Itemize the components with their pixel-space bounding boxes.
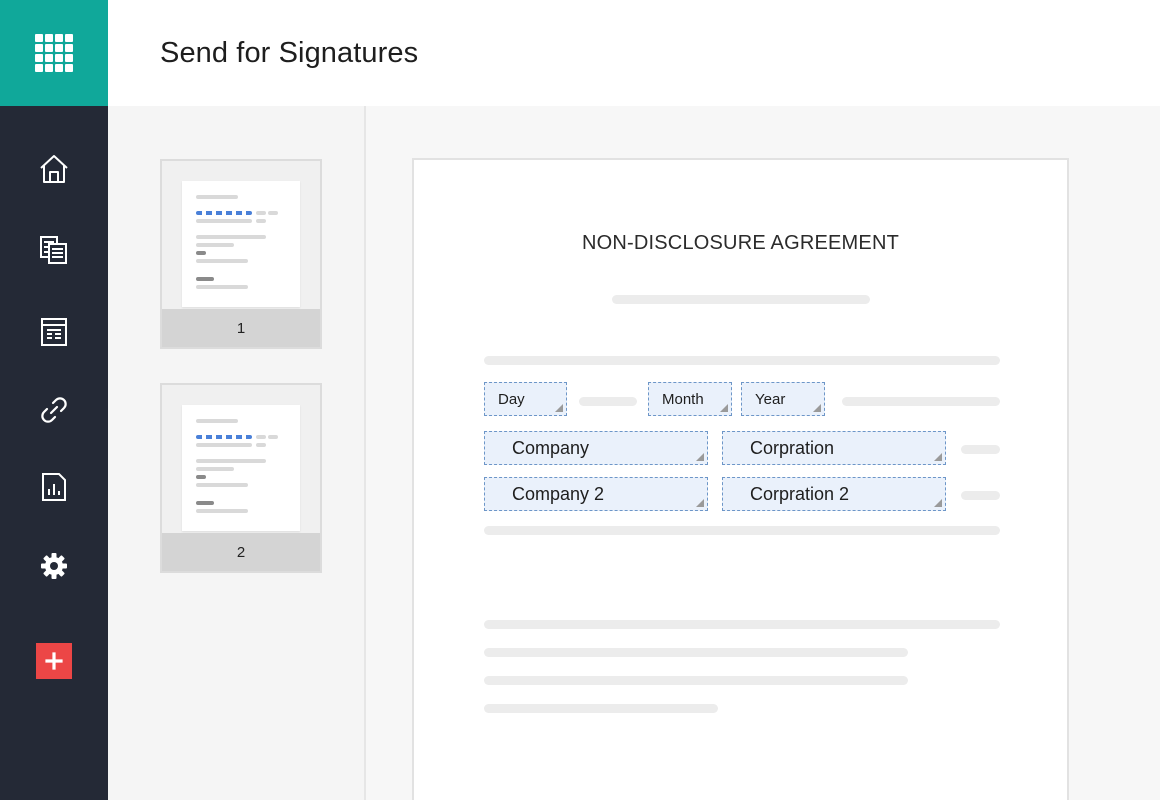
header: Send for Signatures	[108, 0, 1160, 106]
thumbnail-panel: 1 2	[108, 106, 365, 800]
document-title: NON-DISCLOSURE AGREEMENT	[581, 232, 900, 254]
text-line	[961, 445, 1000, 454]
company-2-field[interactable]: Company 2	[484, 477, 708, 511]
thumbnail-label: 1	[162, 309, 320, 347]
text-line	[961, 491, 1000, 500]
thumbnail-label: 2	[162, 533, 320, 571]
text-line	[484, 676, 908, 685]
year-field[interactable]: Year	[741, 382, 825, 416]
corporation-2-field[interactable]: Corpration 2	[722, 477, 946, 511]
resize-handle-icon[interactable]	[934, 453, 942, 461]
month-field[interactable]: Month	[648, 382, 732, 416]
text-line	[484, 526, 1000, 535]
text-line	[484, 648, 908, 657]
day-field[interactable]: Day	[484, 382, 567, 416]
report-icon[interactable]	[34, 467, 74, 507]
resize-handle-icon[interactable]	[696, 453, 704, 461]
page-title: Send for Signatures	[160, 37, 419, 69]
resize-handle-icon[interactable]	[720, 404, 728, 412]
sidebar	[0, 0, 108, 800]
corporation-field[interactable]: Corpration	[722, 431, 946, 465]
page-thumbnail-1[interactable]: 1	[160, 159, 322, 349]
documents-icon[interactable]	[34, 230, 74, 270]
resize-handle-icon[interactable]	[813, 404, 821, 412]
company-2-field-label: Company 2	[512, 483, 605, 504]
template-icon[interactable]	[34, 312, 74, 352]
document-page: NON-DISCLOSURE AGREEMENT Day Month Year …	[412, 158, 1069, 800]
resize-handle-icon[interactable]	[696, 499, 704, 507]
page-thumbnail-2[interactable]: 2	[160, 383, 322, 573]
text-line	[484, 704, 718, 713]
thumbnail-preview	[182, 181, 300, 307]
thumbnail-preview	[182, 405, 300, 531]
plus-icon	[45, 652, 63, 670]
text-line	[612, 295, 870, 304]
day-field-label: Day	[498, 390, 525, 408]
gear-icon[interactable]	[34, 546, 74, 586]
home-icon[interactable]	[34, 149, 74, 189]
text-line	[842, 397, 1000, 406]
text-line	[579, 397, 637, 406]
company-field[interactable]: Company	[484, 431, 708, 465]
text-line	[484, 356, 1000, 365]
resize-handle-icon[interactable]	[934, 499, 942, 507]
month-field-label: Month	[662, 390, 704, 408]
apps-button[interactable]	[0, 0, 108, 106]
text-line	[484, 620, 1000, 629]
corporation-field-label: Corpration	[750, 437, 835, 458]
company-field-label: Company	[512, 437, 590, 458]
apps-grid-icon	[35, 34, 73, 72]
corporation-2-field-label: Corpration 2	[750, 483, 850, 504]
resize-handle-icon[interactable]	[555, 404, 563, 412]
year-field-label: Year	[755, 390, 786, 408]
add-button[interactable]	[36, 643, 72, 679]
link-icon[interactable]	[34, 390, 74, 430]
